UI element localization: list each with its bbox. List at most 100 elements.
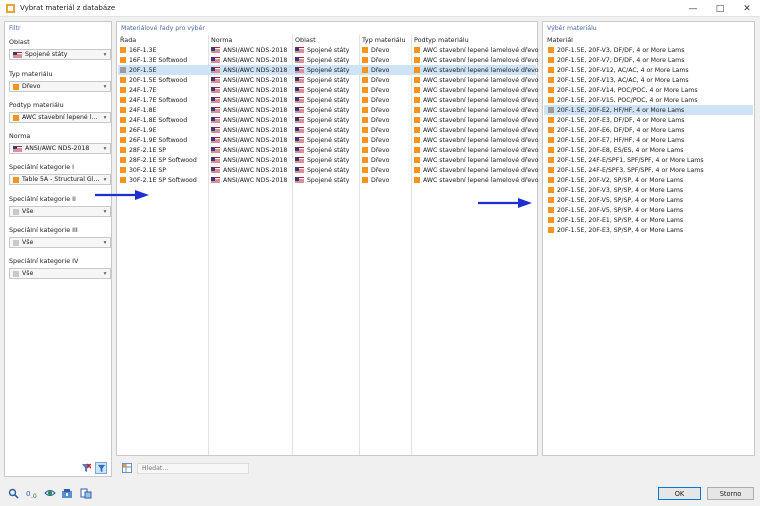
close-icon[interactable]: ✕ (737, 0, 757, 17)
column-header[interactable]: Oblast (295, 36, 316, 44)
filter-dropdown[interactable]: Vše ▾ (9, 268, 111, 279)
ok-button[interactable]: OK (658, 487, 701, 500)
table-cell-text: Dřevo (371, 156, 390, 164)
export-button[interactable] (80, 487, 92, 499)
column-header[interactable]: Podtyp materiálu (414, 36, 469, 44)
filter-dropdown[interactable]: Vše ▾ (9, 237, 111, 248)
table-cell-text: 28F-2.1E SP (129, 146, 167, 154)
table-cell-text: 20F-1.5E Softwood (129, 76, 188, 84)
minimize-icon[interactable]: — (683, 0, 703, 17)
column-header[interactable]: Norma (211, 36, 232, 44)
table-cell: ANSI/AWC NDS-2018 (211, 175, 287, 185)
table-cell-text: AWC stavební lepené lamelové dřevo (423, 76, 539, 84)
table-cell-text: 28F-2.1E SP Softwood (129, 156, 197, 164)
table-row[interactable]: 20F-1.5E Softwood ANSI/AWC NDS-2018 Spojen… (118, 75, 539, 85)
table-icon (122, 463, 132, 473)
material-title: Výběr materiálu (547, 25, 597, 32)
list-item-label: 20F-1.5E, 20F-V2, SP/SP, 4 or More Lams (557, 176, 684, 184)
filter-dropdown[interactable]: Vše ▾ (9, 206, 111, 217)
window-title: Vybrat materiál z databáze (20, 4, 116, 12)
wood-swatch-icon (362, 127, 368, 133)
arrow-icon (95, 190, 149, 200)
cancel-button[interactable]: Storno (707, 487, 754, 500)
list-item-label: 20F-1.5E, 20F-V5, SP/SP, 4 or More Lams (557, 206, 684, 214)
table-row[interactable]: 30F-2.1E SP Softwood ANSI/AWC NDS-2018 Spo… (118, 175, 539, 185)
list-item-label: 20F-1.5E, 20F-V7, DF/DF, 4 or More Lams (557, 56, 685, 64)
table-row[interactable]: 24F-1.7E Softwood ANSI/AWC NDS-2018 Spojen… (118, 95, 539, 105)
table-cell-text: Dřevo (371, 66, 390, 74)
list-item-label: 20F-1.5E, 20F-E3, DF/DF, 4 or More Lams (557, 116, 685, 124)
filter-dropdown[interactable]: ANSI/AWC NDS-2018 ▾ (9, 143, 111, 154)
search-input[interactable]: Hledat... (137, 463, 249, 474)
table-row[interactable]: 28F-2.1E SP ANSI/AWC NDS-2018 Spojené stát… (118, 145, 539, 155)
column-header[interactable]: Typ materiálu (362, 36, 406, 44)
table-row[interactable]: 28F-2.1E SP Softwood ANSI/AWC NDS-2018 Spo… (118, 155, 539, 165)
list-item[interactable]: 20F-1.5E, 20F-V2, SP/SP, 4 or More Lams (544, 175, 753, 185)
table-row[interactable]: 26F-1.9E ANSI/AWC NDS-2018 Spojené státy Dř… (118, 125, 539, 135)
list-item[interactable]: 20F-1.5E, 24F-E/SPF3, SPF/SPF, 4 or More… (544, 165, 753, 175)
table-row[interactable]: 20F-1.5E ANSI/AWC NDS-2018 Spojené státy Dř… (118, 65, 539, 75)
table-row[interactable]: 16F-1.3E ANSI/AWC NDS-2018 Spojené státy Dř… (118, 45, 539, 55)
chevron-down-icon: ▾ (103, 114, 107, 121)
wood-swatch-icon (548, 57, 554, 63)
table-row[interactable]: 24F-1.8E ANSI/AWC NDS-2018 Spojené státy Dř… (118, 105, 539, 115)
filter-dropdown[interactable]: Dřevo ▾ (9, 81, 111, 92)
filter-button[interactable] (95, 462, 107, 474)
us-flag-icon (211, 87, 220, 93)
search-tool-button[interactable] (7, 487, 19, 499)
list-item[interactable]: 20F-1.5E, 20F-V14, POC/POC, 4 or More La… (544, 85, 753, 95)
list-item[interactable]: 20F-1.5E, 20F-V12, AC/AC, 4 or More Lams (544, 65, 753, 75)
table-row[interactable]: 24F-1.8E Softwood ANSI/AWC NDS-2018 Spojen… (118, 115, 539, 125)
list-item[interactable]: 20F-1.5E, 20F-V3, DF/DF, 4 or More Lams (544, 45, 753, 55)
table-cell: AWC stavební lepené lamelové dřevo (414, 155, 539, 165)
list-item[interactable]: 20F-1.5E, 20F-E6, DF/DF, 4 or More Lams (544, 125, 753, 135)
filter-dropdown[interactable]: Spojené státy ▾ (9, 49, 111, 60)
filter-dropdown[interactable]: Table 5A - Structural Glue... ▾ (9, 174, 111, 185)
us-flag-icon (295, 57, 304, 63)
table-row[interactable]: 26F-1.9E Softwood ANSI/AWC NDS-2018 Spojen… (118, 135, 539, 145)
clear-filter-button[interactable] (80, 462, 92, 474)
table-cell: 24F-1.8E (120, 105, 156, 115)
list-item[interactable]: 20F-1.5E, 20F-E8, ES/ES, 4 or More Lams (544, 145, 753, 155)
table-row[interactable]: 30F-2.1E SP ANSI/AWC NDS-2018 Spojené stát… (118, 165, 539, 175)
list-item[interactable]: 20F-1.5E, 20F-V3, SP/SP, 4 or More Lams (544, 185, 753, 195)
table-row[interactable]: 16F-1.3E Softwood ANSI/AWC NDS-2018 Spojen… (118, 55, 539, 65)
table-options-button[interactable] (121, 462, 133, 474)
chevron-down-icon: ▾ (103, 270, 107, 277)
library-button[interactable] (61, 487, 73, 499)
table-cell-text: 16F-1.3E (129, 46, 157, 54)
table-cell: ANSI/AWC NDS-2018 (211, 65, 287, 75)
list-item[interactable]: 20F-1.5E, 20F-E3, DF/DF, 4 or More Lams (544, 115, 753, 125)
list-item[interactable]: 20F-1.5E, 20F-E2, HF/HF, 4 or More Lams (544, 105, 753, 115)
list-item[interactable]: 20F-1.5E, 24F-E/SPF1, SPF/SPF, 4 or More… (544, 155, 753, 165)
table-cell-text: ANSI/AWC NDS-2018 (223, 86, 288, 94)
us-flag-icon (211, 157, 220, 163)
list-item[interactable]: 20F-1.5E, 20F-V7, DF/DF, 4 or More Lams (544, 55, 753, 65)
list-item[interactable]: 20F-1.5E, 20F-V5, SP/SP, 4 or More Lams (544, 205, 753, 215)
wood-swatch-icon (362, 97, 368, 103)
wood-swatch-icon (548, 197, 554, 203)
clear-filter-icon (82, 463, 91, 472)
table-cell: Spojené státy (295, 65, 349, 75)
table-cell-text: Dřevo (371, 96, 390, 104)
table-cell: Dřevo (362, 175, 389, 185)
wood-swatch-icon (120, 107, 126, 113)
list-item[interactable]: 20F-1.5E, 20F-V15, POC/POC, 4 or More La… (544, 95, 753, 105)
list-item[interactable]: 20F-1.5E, 20F-E3, SP/SP, 4 or More Lams (544, 225, 753, 235)
units-button[interactable]: 0.0 (26, 487, 38, 499)
table-row[interactable]: 24F-1.7E ANSI/AWC NDS-2018 Spojené státy Dř… (118, 85, 539, 95)
table-cell-text: ANSI/AWC NDS-2018 (223, 76, 288, 84)
list-item[interactable]: 20F-1.5E, 20F-V13, AC/AC, 4 or More Lams (544, 75, 753, 85)
table-cell: ANSI/AWC NDS-2018 (211, 75, 287, 85)
column-header[interactable]: Řada (120, 36, 136, 44)
list-item[interactable]: 20F-1.5E, 20F-E7, HF/HF, 4 or More Lams (544, 135, 753, 145)
filter-label: Podtyp materiálu (9, 101, 64, 109)
table-cell: AWC stavební lepené lamelové dřevo (414, 95, 539, 105)
list-item[interactable]: 20F-1.5E, 20F-E1, SP/SP, 4 or More Lams (544, 215, 753, 225)
table-cell: Spojené státy (295, 75, 349, 85)
filter-dropdown[interactable]: AWC stavební lepené lam... ▾ (9, 112, 111, 123)
view-button[interactable] (44, 487, 56, 499)
table-cell-text: AWC stavební lepené lamelové dřevo (423, 146, 539, 154)
maximize-icon[interactable]: □ (710, 0, 730, 17)
list-item[interactable]: 20F-1.5E, 20F-V5, SP/SP, 4 or More Lams (544, 195, 753, 205)
